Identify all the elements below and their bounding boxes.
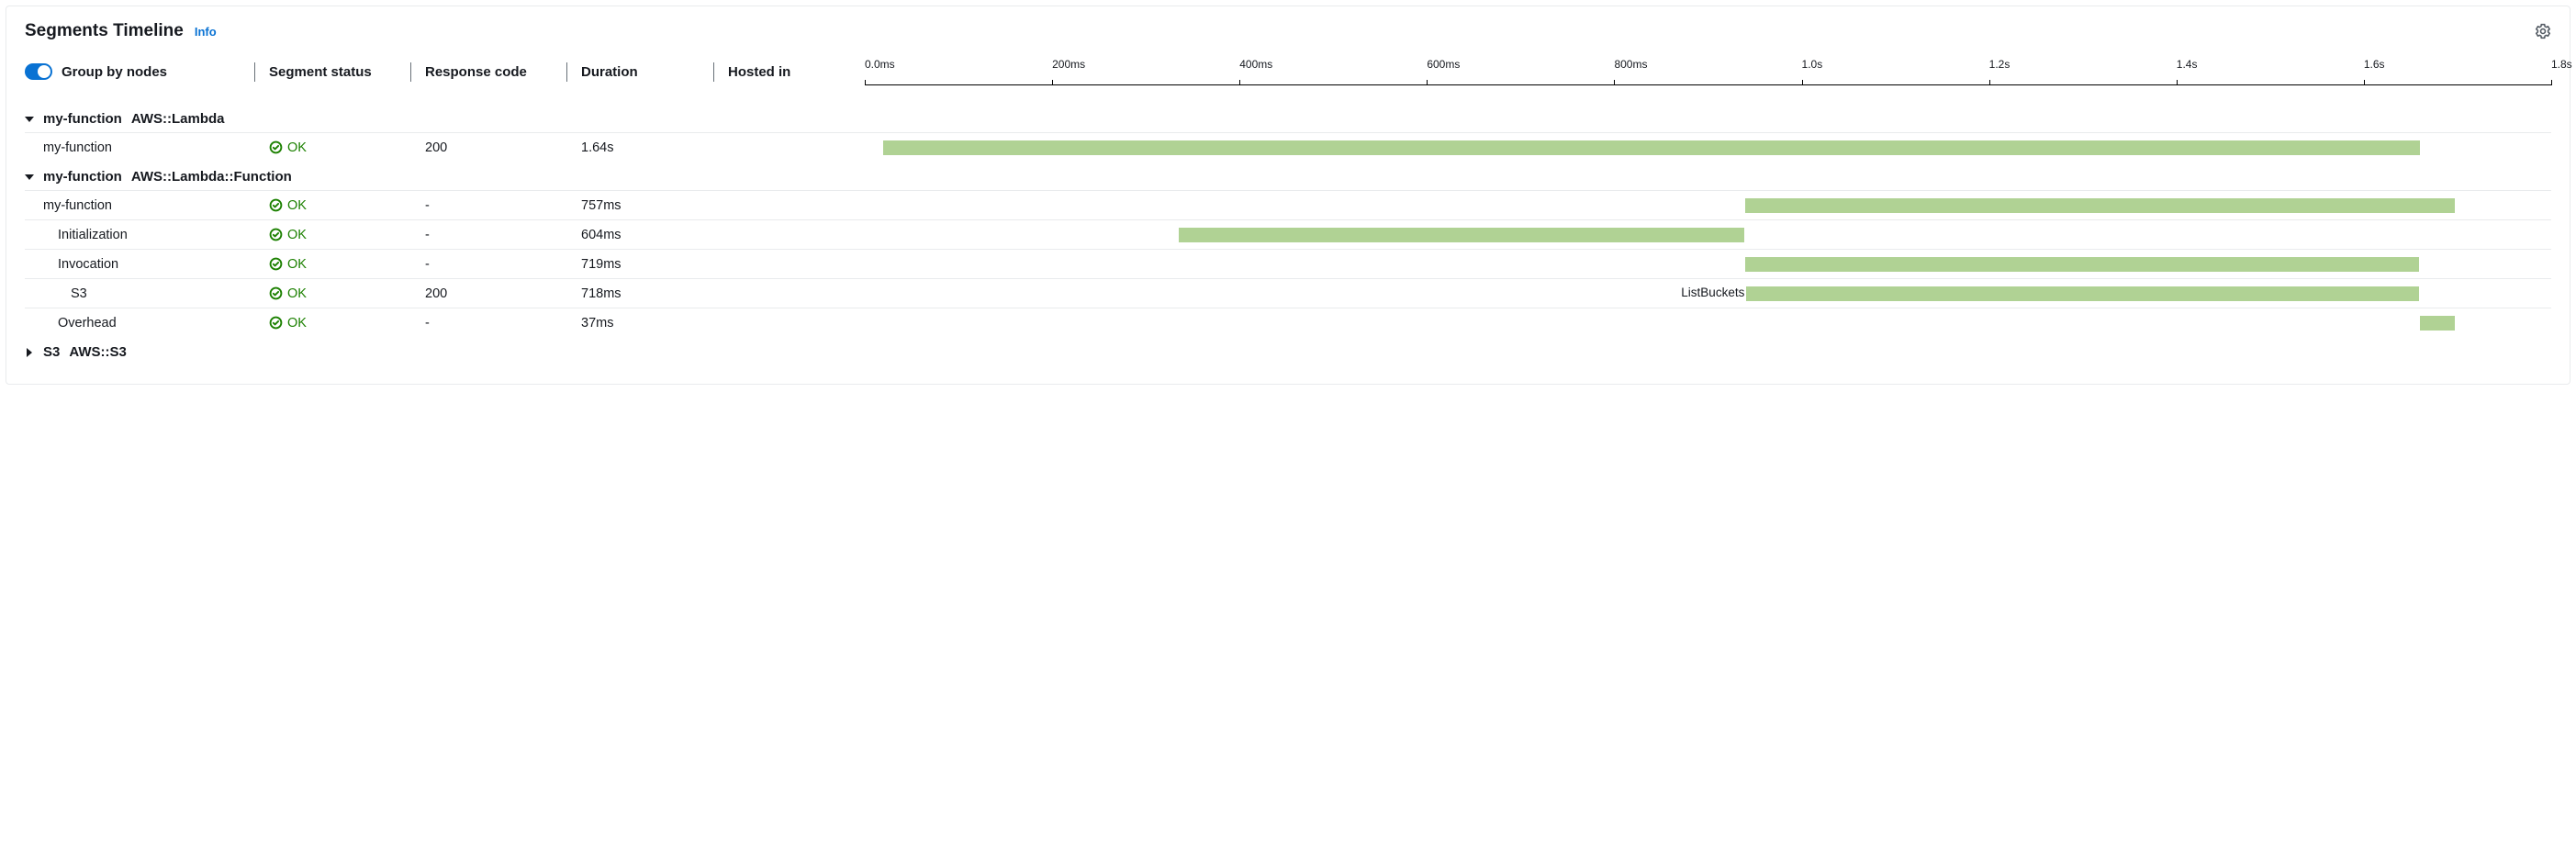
ruler-tick-label: 200ms	[1052, 58, 1085, 71]
segment-status: OK	[254, 140, 410, 155]
segment-response-code: -	[410, 316, 566, 331]
ruler-tick-label: 600ms	[1427, 58, 1460, 71]
segment-duration: 37ms	[566, 316, 713, 331]
segment-name: my-function	[25, 140, 254, 155]
caret-down-icon	[25, 173, 34, 182]
segment-row[interactable]: my-functionOK-757ms	[25, 190, 2551, 219]
ruler-tick-label: 0.0ms	[865, 58, 895, 71]
group-type: AWS::Lambda::Function	[131, 169, 292, 185]
segment-row[interactable]: OverheadOK-37ms	[25, 308, 2551, 337]
segment-bar-cell: ListBuckets	[856, 286, 2551, 302]
ruler-tick-line	[1989, 80, 1990, 85]
ruler-tick-line	[1614, 80, 1615, 85]
ruler-tick-line	[2364, 80, 2365, 85]
segment-duration: 757ms	[566, 198, 713, 213]
gear-icon[interactable]	[2535, 23, 2551, 39]
group-row[interactable]: S3 AWS::S3	[25, 337, 2551, 365]
ruler-tick-label: 400ms	[1239, 58, 1272, 71]
group-type: AWS::Lambda	[131, 111, 225, 127]
group-by-nodes-label: Group by nodes	[62, 64, 167, 80]
segment-bar	[2420, 316, 2455, 331]
segment-duration: 1.64s	[566, 140, 713, 155]
segment-status: OK	[254, 228, 410, 242]
group-type: AWS::S3	[69, 344, 127, 360]
group-name: my-function	[43, 169, 122, 185]
segment-name: Overhead	[25, 316, 254, 331]
segment-duration: 604ms	[566, 228, 713, 242]
segment-bar-cell	[856, 256, 2551, 273]
ruler-tick-label: 1.0s	[1802, 58, 1823, 71]
segment-duration: 718ms	[566, 286, 713, 301]
segment-status: OK	[254, 257, 410, 272]
timeline-ruler: 0.0ms 200ms 400ms 600ms 800ms 1.0s 1.2s 1.4s 1.6…	[856, 58, 2551, 85]
bar-label: ListBuckets	[1681, 286, 1744, 299]
segment-bar-cell	[856, 315, 2551, 331]
segment-bar	[883, 140, 2420, 155]
segment-response-code: 200	[410, 286, 566, 301]
segment-name: my-function	[25, 198, 254, 213]
segment-row[interactable]: S3OK200718ms ListBuckets	[25, 278, 2551, 308]
segment-status: OK	[254, 316, 410, 331]
segment-bar	[1745, 257, 2419, 272]
segment-bar	[1179, 228, 1744, 242]
group-name: S3	[43, 344, 60, 360]
caret-down-icon	[25, 115, 34, 124]
segment-duration: 719ms	[566, 257, 713, 272]
segment-row[interactable]: InvocationOK-719ms	[25, 249, 2551, 278]
ruler-tick-line	[2177, 80, 2178, 85]
segment-response-code: -	[410, 198, 566, 213]
panel-header: Segments Timeline Info	[25, 21, 2551, 41]
segment-status: OK	[254, 286, 410, 301]
ruler-tick-label: 1.2s	[1989, 58, 2010, 71]
segment-row[interactable]: InitializationOK-604ms	[25, 219, 2551, 249]
segment-name: S3	[25, 286, 254, 301]
ruler-tick-label: 1.4s	[2177, 58, 2198, 71]
ruler-tick-line	[1427, 80, 1428, 85]
segment-bar-cell	[856, 197, 2551, 214]
group-row[interactable]: my-function AWS::Lambda	[25, 104, 2551, 132]
segment-row[interactable]: my-functionOK2001.64s	[25, 132, 2551, 162]
column-header-hosted-in[interactable]: Hosted in	[713, 59, 856, 85]
panel-title: Segments Timeline	[25, 21, 184, 41]
ruler-tick-label: 1.6s	[2364, 58, 2385, 71]
group-by-nodes-control: Group by nodes	[25, 63, 254, 80]
group-by-nodes-toggle[interactable]	[25, 63, 52, 80]
segment-response-code: -	[410, 257, 566, 272]
ruler-tick-label: 1.8s	[2551, 58, 2572, 71]
segment-name: Invocation	[25, 257, 254, 272]
ruler-tick-line	[1052, 80, 1053, 85]
segment-status: OK	[254, 198, 410, 213]
columns-header-row: Group by nodes Segment status Response c…	[25, 58, 2551, 91]
segment-bar-cell	[856, 227, 2551, 243]
segments-timeline-panel: Segments Timeline Info Group by nodes Se…	[6, 6, 2570, 385]
column-header-response-code[interactable]: Response code	[410, 59, 566, 85]
segment-response-code: 200	[410, 140, 566, 155]
group-row[interactable]: my-function AWS::Lambda::Function	[25, 162, 2551, 190]
segment-bar-cell	[856, 140, 2551, 156]
ruler-tick-label: 800ms	[1614, 58, 1647, 71]
segment-bar	[1745, 198, 2455, 213]
segment-name: Initialization	[25, 228, 254, 242]
group-name: my-function	[43, 111, 122, 127]
segment-response-code: -	[410, 228, 566, 242]
segment-bar: ListBuckets	[1746, 286, 2419, 301]
ruler-tick-line	[2551, 80, 2552, 85]
ruler-tick-line	[1802, 80, 1803, 85]
ruler-tick-line	[1239, 80, 1240, 85]
segments-rows: my-functionAWS::Lambdamy-functionOK2001.…	[25, 104, 2551, 365]
ruler-tick-line	[865, 80, 866, 85]
column-header-status[interactable]: Segment status	[254, 59, 410, 85]
column-header-duration[interactable]: Duration	[566, 59, 713, 85]
caret-right-icon	[25, 348, 34, 357]
info-link[interactable]: Info	[195, 25, 217, 39]
